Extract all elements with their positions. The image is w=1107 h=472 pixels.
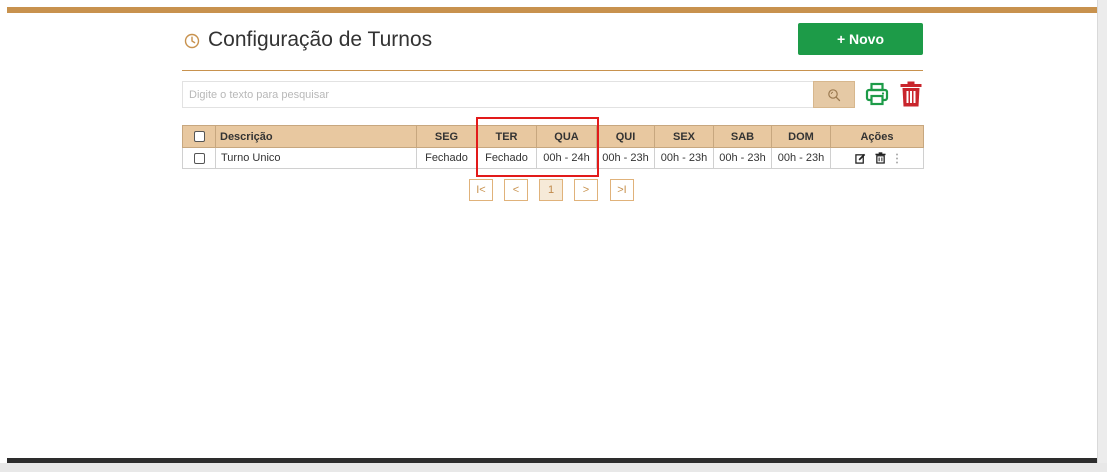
cell-qua: 00h - 24h [536,147,597,169]
table-header-row: Descrição SEG TER QUA QUI SEX SAB DOM Aç… [182,125,924,148]
new-button[interactable]: + Novo [798,23,923,55]
pager-page-1[interactable]: 1 [539,179,563,201]
cell-qui: 00h - 23h [596,147,655,169]
pager-prev-button[interactable]: < [504,179,528,201]
col-header-actions: Ações [830,125,924,148]
edit-icon[interactable] [855,153,866,164]
row-checkbox[interactable] [193,152,205,164]
select-all-checkbox[interactable] [193,131,205,143]
more-vertical-icon[interactable] [895,153,899,164]
col-header-qua[interactable]: QUA [536,125,597,148]
search-input[interactable] [182,81,813,108]
col-header-sex[interactable]: SEX [654,125,714,148]
shifts-table: Descrição SEG TER QUA QUI SEX SAB DOM Aç… [182,125,924,169]
trash-icon[interactable] [875,152,886,164]
page-title: Configuração de Turnos [208,28,433,51]
clock-icon [184,33,200,49]
pager-next-button[interactable]: > [574,179,598,201]
cell-dom: 00h - 23h [771,147,831,169]
col-header-dom[interactable]: DOM [771,125,831,148]
table-row: Turno Unico Fechado Fechado 00h - 24h 00… [182,147,924,169]
col-header-seg[interactable]: SEG [416,125,477,148]
col-header-description[interactable]: Descrição [215,125,417,148]
col-header-sab[interactable]: SAB [713,125,772,148]
pager-last-button[interactable]: >I [610,179,634,201]
cell-seg: Fechado [416,147,477,169]
row-select-cell [182,147,216,169]
top-accent-bar [7,7,1097,13]
cell-actions [830,147,924,169]
select-all-header [182,125,216,148]
cell-ter: Fechado [476,147,537,169]
search-button[interactable] [813,81,855,108]
col-header-qui[interactable]: QUI [596,125,655,148]
bottom-strip [0,463,1107,472]
window-edge [1097,0,1107,472]
col-header-ter[interactable]: TER [476,125,537,148]
trash-icon[interactable] [899,81,923,107]
cell-description: Turno Unico [215,147,417,169]
pager-first-button[interactable]: I< [469,179,493,201]
title-divider [182,70,923,71]
cell-sab: 00h - 23h [713,147,772,169]
cell-sex: 00h - 23h [654,147,714,169]
printer-icon[interactable] [865,82,889,106]
search-icon [828,88,841,101]
